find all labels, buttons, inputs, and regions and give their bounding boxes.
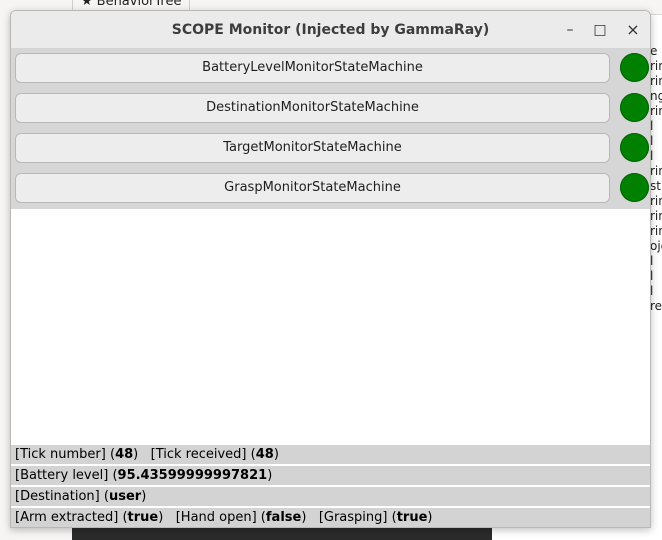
- star-icon: ★: [81, 0, 93, 9]
- status-indicator: [620, 93, 649, 122]
- background-dark-panel: [72, 528, 492, 540]
- target-state-machine-button[interactable]: TargetMonitorStateMachine: [15, 133, 610, 163]
- background-text-fragment: oje: [650, 239, 662, 253]
- tick-status-line: [Tick number] (48) [Tick received] (48): [11, 445, 650, 464]
- background-text-fragment: l: [650, 284, 654, 298]
- maximize-button[interactable]: □: [588, 18, 612, 42]
- state-machine-row: TargetMonitorStateMachine: [11, 133, 650, 173]
- grasp-state-machine-button[interactable]: GraspMonitorStateMachine: [15, 173, 610, 203]
- background-text-fragment: st: [650, 179, 661, 193]
- tick-received-label: [Tick received]: [150, 447, 247, 462]
- close-icon: ×: [626, 20, 640, 39]
- window-title: SCOPE Monitor (Injected by GammaRay): [171, 22, 490, 38]
- background-text-fragment: rin: [650, 164, 662, 178]
- battery-label: [Battery level]: [15, 468, 109, 483]
- close-button[interactable]: ×: [621, 18, 645, 42]
- destination-value: user: [108, 489, 142, 504]
- minimize-button[interactable]: –: [558, 18, 582, 42]
- arm-extracted-label: [Arm extracted]: [15, 510, 119, 525]
- battery-value: 95.43599999997821: [117, 468, 268, 483]
- background-text-fragment: rin: [650, 74, 662, 88]
- arm-status-line: [Arm extracted] (true) [Hand open] (fals…: [11, 508, 650, 527]
- destination-label: [Destination]: [15, 489, 100, 504]
- background-text-column: erinrinngrinlllrinstrinrinrinojelllre: [650, 44, 662, 364]
- grasping-value: true: [396, 510, 428, 525]
- background-text-fragment: l: [650, 134, 654, 148]
- background-text-fragment: ng: [650, 89, 662, 103]
- arm-extracted-value: true: [127, 510, 159, 525]
- status-panel: [Tick number] (48) [Tick received] (48) …: [11, 445, 650, 527]
- background-text-fragment: l: [650, 254, 654, 268]
- background-text-fragment: l: [650, 119, 654, 133]
- status-indicator: [620, 53, 649, 82]
- battery-status-line: [Battery level] (95.43599999997821): [11, 466, 650, 485]
- background-text-fragment: re: [650, 299, 662, 313]
- background-text-fragment: rin: [650, 59, 662, 73]
- state-machine-list: BatteryLevelMonitorStateMachine Destinat…: [11, 49, 650, 209]
- grasping-label: [Grasping]: [318, 510, 388, 525]
- status-indicator: [620, 133, 649, 162]
- background-text-fragment: rin: [650, 209, 662, 223]
- scope-monitor-window: SCOPE Monitor (Injected by GammaRay) – □…: [10, 10, 651, 528]
- title-bar[interactable]: SCOPE Monitor (Injected by GammaRay) – □…: [11, 11, 650, 49]
- background-text-fragment: e: [650, 44, 658, 58]
- state-machine-row: GraspMonitorStateMachine: [11, 173, 650, 213]
- status-indicator: [620, 173, 649, 202]
- destination-status-line: [Destination] (user): [11, 487, 650, 506]
- background-text-fragment: rin: [650, 224, 662, 238]
- state-machine-row: BatteryLevelMonitorStateMachine: [11, 53, 650, 93]
- background-text-fragment: rin: [650, 194, 662, 208]
- hand-open-value: false: [265, 510, 302, 525]
- maximize-icon: □: [593, 22, 607, 38]
- state-machine-row: DestinationMonitorStateMachine: [11, 93, 650, 133]
- battery-state-machine-button[interactable]: BatteryLevelMonitorStateMachine: [15, 53, 610, 83]
- tick-number-label: [Tick number]: [15, 447, 106, 462]
- minimize-icon: –: [566, 22, 574, 38]
- content-area: [11, 209, 650, 445]
- tick-received-value: 48: [255, 447, 274, 462]
- background-text-fragment: l: [650, 149, 654, 163]
- background-tab-label: BehaviorTree: [96, 0, 182, 9]
- background-text-fragment: rin: [650, 104, 662, 118]
- tick-number-value: 48: [115, 447, 134, 462]
- destination-state-machine-button[interactable]: DestinationMonitorStateMachine: [15, 93, 610, 123]
- background-text-fragment: l: [650, 269, 654, 283]
- hand-open-label: [Hand open]: [175, 510, 257, 525]
